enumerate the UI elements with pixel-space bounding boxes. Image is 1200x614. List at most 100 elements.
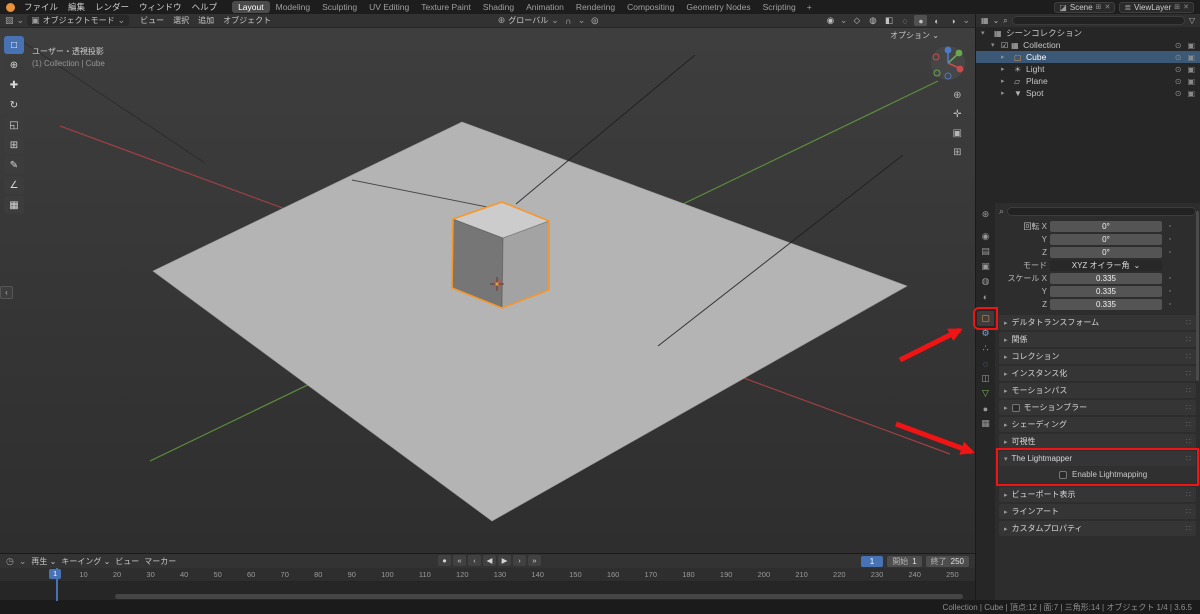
panel-header[interactable]: ▸ 可視性 ∷ — [999, 434, 1196, 449]
collection-checkbox[interactable]: ☑ — [1001, 41, 1008, 50]
expand-chevron-icon[interactable]: ▸ — [1001, 53, 1008, 61]
snap-options-chevron-icon[interactable]: ⌄ — [578, 15, 586, 26]
tab-world[interactable]: ◐ — [977, 289, 994, 304]
expand-chevron-icon[interactable]: ▸ — [1001, 89, 1008, 97]
workspace-tab[interactable]: Compositing — [621, 1, 680, 13]
panel-header[interactable]: ▸ コレクション ∷ — [999, 349, 1196, 364]
shading-solid-icon[interactable]: ● — [914, 15, 928, 26]
tab-view-layer[interactable]: ▣ — [977, 259, 994, 274]
expand-chevron-icon[interactable]: ▸ — [1001, 65, 1008, 73]
search-icon[interactable]: ⌕ — [1003, 16, 1007, 26]
scale-x-field[interactable]: 0.335 — [1050, 273, 1162, 284]
panel-header[interactable]: ▸ モーションパス ∷ — [999, 383, 1196, 398]
drag-handle-icon[interactable]: ∷ — [1186, 369, 1191, 378]
viewport-menu-item[interactable]: オブジェクト — [219, 15, 275, 26]
remove-viewlayer-button[interactable]: ✕ — [1183, 3, 1189, 11]
drag-handle-icon[interactable]: ∷ — [1186, 524, 1191, 533]
orientation-label[interactable]: グローバル — [508, 15, 548, 26]
menu-item[interactable]: ファイル — [19, 1, 63, 13]
outliner-search-input[interactable] — [1011, 16, 1185, 25]
mode-selector[interactable]: ▣ オブジェクトモード ⌄ — [27, 15, 130, 26]
lock-icon[interactable]: ▫ — [1165, 236, 1175, 243]
proportional-edit-icon[interactable]: ◎ — [588, 15, 601, 26]
expand-chevron-icon[interactable]: ▸ — [1001, 77, 1008, 85]
tab-scene[interactable]: ◍ — [977, 274, 994, 289]
chevron-down-icon[interactable]: ⌄ — [840, 15, 848, 26]
drag-handle-icon[interactable]: ∷ — [1186, 437, 1191, 446]
workspace-tab[interactable]: Scripting — [757, 1, 802, 13]
blender-logo-icon[interactable] — [6, 2, 15, 12]
jump-to-start-button[interactable]: « — [453, 555, 466, 566]
gizmo-toggle-icon[interactable]: ◇ — [850, 15, 863, 26]
prev-keyframe-button[interactable]: ‹ — [468, 555, 481, 566]
scene-selector[interactable]: ◪ Scene ⊞ ✕ — [1054, 1, 1116, 13]
pan-icon[interactable]: ✛ — [953, 109, 962, 120]
new-viewlayer-button[interactable]: ⊞ — [1174, 3, 1180, 11]
tab-render[interactable]: ◉ — [977, 229, 994, 244]
tool-cursor[interactable]: ⊕ — [4, 56, 24, 74]
timeline-ruler[interactable]: 1102030405060708090100110120130140150160… — [0, 568, 975, 582]
lightmapper-panel-header[interactable]: ▾ The Lightmapper ∷ — [999, 451, 1196, 466]
overlays-toggle-icon[interactable]: ◍ — [866, 15, 879, 26]
panel-header[interactable]: ▸ カスタムプロパティ ∷ — [999, 521, 1196, 536]
frame-start-field[interactable]: 開始 1 — [887, 555, 922, 567]
disable-in-render-icon[interactable]: ▣ — [1187, 89, 1195, 98]
properties-scrollbar[interactable] — [1196, 211, 1199, 381]
enable-lightmapping-checkbox[interactable] — [1059, 470, 1067, 479]
viewport-menu-item[interactable]: 選択 — [169, 15, 193, 26]
workspace-tab[interactable]: Rendering — [570, 1, 621, 13]
scale-y-field[interactable]: 0.335 — [1050, 286, 1162, 297]
editor-type-icon[interactable]: ◷ — [6, 556, 14, 567]
tab-particles[interactable]: ∴ — [977, 341, 994, 356]
viewlayer-selector[interactable]: ≣ ViewLayer ⊞ ✕ — [1119, 1, 1194, 13]
expand-chevron-icon[interactable]: ▾ — [981, 29, 988, 37]
scale-z-field[interactable]: 0.335 — [1050, 299, 1162, 310]
playhead-frame-label[interactable]: 1 — [49, 569, 62, 579]
tool-transform[interactable]: ⊞ — [4, 136, 24, 154]
play-button[interactable]: ▶ — [498, 555, 511, 566]
panel-header[interactable]: ▸ デルタトランスフォーム ∷ — [999, 315, 1196, 330]
workspace-tab[interactable]: Modeling — [270, 1, 317, 13]
auto-keying-button[interactable]: ● — [438, 555, 451, 566]
workspace-tab[interactable]: UV Editing — [363, 1, 415, 13]
tab-physics[interactable]: ◌ — [977, 356, 994, 371]
drag-handle-icon[interactable]: ∷ — [1186, 490, 1191, 499]
play-reverse-button[interactable]: ◀ — [483, 555, 496, 566]
marker-menu[interactable]: マーカー — [144, 556, 176, 567]
tab-output[interactable]: ▤ — [977, 244, 994, 259]
workspace-tab[interactable]: Texture Paint — [415, 1, 477, 13]
unlink-scene-button[interactable]: ✕ — [1104, 3, 1110, 11]
editor-type-chevron-icon[interactable]: ⌄ — [993, 16, 1000, 25]
shading-options-chevron-icon[interactable]: ⌄ — [962, 15, 970, 26]
workspace-tab[interactable]: Layout — [232, 1, 270, 13]
tab-data[interactable]: ▽ — [977, 386, 994, 401]
new-scene-button[interactable]: ⊞ — [1096, 3, 1102, 11]
search-icon[interactable]: ⌕ — [999, 206, 1004, 217]
disable-in-render-icon[interactable]: ▣ — [1187, 41, 1195, 50]
timeline-track-area[interactable] — [0, 582, 975, 601]
jump-to-end-button[interactable]: » — [528, 555, 541, 566]
sidebar-pull-tab[interactable]: ‹ — [0, 286, 13, 299]
outliner-row-light[interactable]: ▸ ☀ Light ⊙ ▣ — [976, 63, 1200, 75]
tab-constraints[interactable]: ◫ — [977, 371, 994, 386]
tool-measure[interactable]: ∠ — [4, 176, 24, 194]
workspace-tab[interactable]: Animation — [520, 1, 570, 13]
drag-handle-icon[interactable]: ∷ — [1186, 454, 1191, 463]
hide-in-viewport-eye-icon[interactable]: ⊙ — [1175, 77, 1182, 86]
workspace-tab[interactable]: Shading — [477, 1, 520, 13]
drag-handle-icon[interactable]: ∷ — [1186, 403, 1191, 412]
tool-add-cube[interactable]: ▦ — [4, 196, 24, 214]
tab-texture[interactable]: ▦ — [977, 416, 994, 431]
drag-handle-icon[interactable]: ∷ — [1186, 352, 1191, 361]
hide-in-viewport-eye-icon[interactable]: ⊙ — [1175, 41, 1182, 50]
tab-material[interactable]: ● — [977, 401, 994, 416]
menu-item[interactable]: レンダー — [90, 1, 134, 13]
tool-rotate[interactable]: ↻ — [4, 96, 24, 114]
panel-header[interactable]: ▸ シェーディング ∷ — [999, 417, 1196, 432]
panel-header[interactable]: ▸ 関係 ∷ — [999, 332, 1196, 347]
zoom-icon[interactable]: ⊕ — [953, 90, 962, 101]
navigation-gizmo[interactable] — [929, 44, 967, 82]
rotation-y-field[interactable]: 0° — [1050, 234, 1162, 245]
outliner-row-collection[interactable]: ▾ ☑ ▦ Collection ⊙ ▣ — [976, 39, 1200, 51]
lock-icon[interactable]: ▫ — [1165, 275, 1175, 282]
